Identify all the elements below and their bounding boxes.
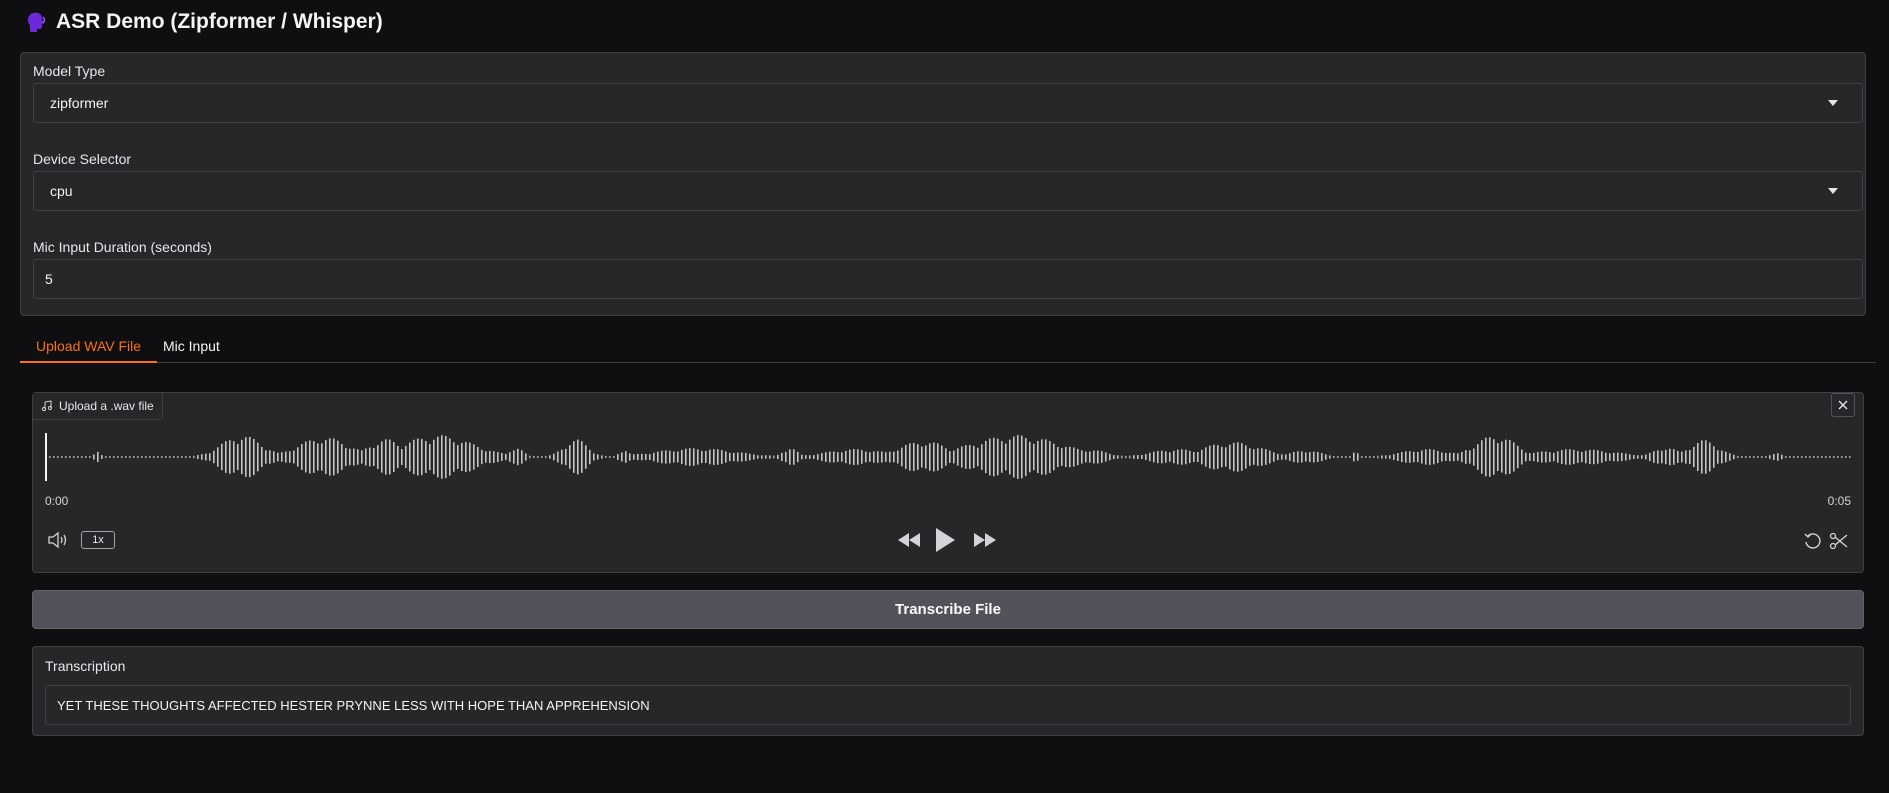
music-note-icon [41, 400, 53, 412]
audio-waveform[interactable] [45, 431, 1851, 483]
mic-duration-input[interactable]: 5 [33, 259, 1863, 299]
current-time: 0:00 [45, 494, 69, 508]
playback-rate-button[interactable]: 1x [81, 531, 115, 549]
total-duration: 0:05 [1827, 494, 1851, 508]
tab-upload-wav[interactable]: Upload WAV File [20, 330, 158, 363]
mic-duration-label: Mic Input Duration (seconds) [33, 239, 212, 255]
rewind-icon [898, 533, 920, 547]
close-icon [1838, 400, 1848, 410]
speaking-head-icon [27, 12, 46, 32]
model-type-dropdown[interactable]: zipformer [33, 83, 1863, 123]
transcription-panel: Transcription YET THESE THOUGHTS AFFECTE… [32, 646, 1864, 736]
trim-audio-button[interactable] [1829, 531, 1849, 551]
device-selector-label: Device Selector [33, 151, 132, 167]
device-selector-dropdown[interactable]: cpu [33, 171, 1863, 211]
volume-icon [48, 531, 67, 549]
skip-forward-button[interactable] [973, 530, 997, 550]
upload-label-text: Upload a .wav file [59, 399, 154, 413]
undo-icon [1804, 533, 1821, 549]
play-icon [936, 528, 955, 552]
transcription-label: Transcription [45, 658, 126, 674]
model-type-label: Model Type [33, 63, 106, 79]
tab-mic-input[interactable]: Mic Input [147, 330, 236, 361]
volume-button[interactable] [47, 531, 69, 549]
model-type-value: zipformer [50, 95, 109, 111]
page-title: ASR Demo (Zipformer / Whisper) [24, 8, 383, 36]
transcribe-file-button[interactable]: Transcribe File [32, 590, 1864, 629]
app-title-text: ASR Demo (Zipformer / Whisper) [56, 10, 383, 33]
chevron-down-icon [1828, 100, 1838, 106]
playhead-cursor[interactable] [45, 433, 47, 481]
reset-audio-button[interactable] [1803, 531, 1823, 551]
mic-duration-value: 5 [45, 271, 53, 287]
clear-audio-button[interactable] [1831, 393, 1855, 417]
transcription-output[interactable]: YET THESE THOUGHTS AFFECTED HESTER PRYNN… [45, 685, 1851, 725]
upload-wav-label: Upload a .wav file [33, 393, 163, 420]
settings-panel: Model Type zipformer Device Selector cpu… [20, 52, 1866, 316]
play-button[interactable] [933, 526, 957, 554]
tab-bar: Upload WAV File Mic Input [20, 330, 1876, 363]
fast-forward-icon [974, 533, 996, 547]
chevron-down-icon [1828, 188, 1838, 194]
scissors-icon [1829, 532, 1848, 550]
skip-backward-button[interactable] [897, 530, 921, 550]
audio-player-panel: Upload a .wav file 0:00 0:05 1x [32, 392, 1864, 573]
device-selector-value: cpu [50, 183, 73, 199]
transcription-text: YET THESE THOUGHTS AFFECTED HESTER PRYNN… [57, 697, 650, 713]
